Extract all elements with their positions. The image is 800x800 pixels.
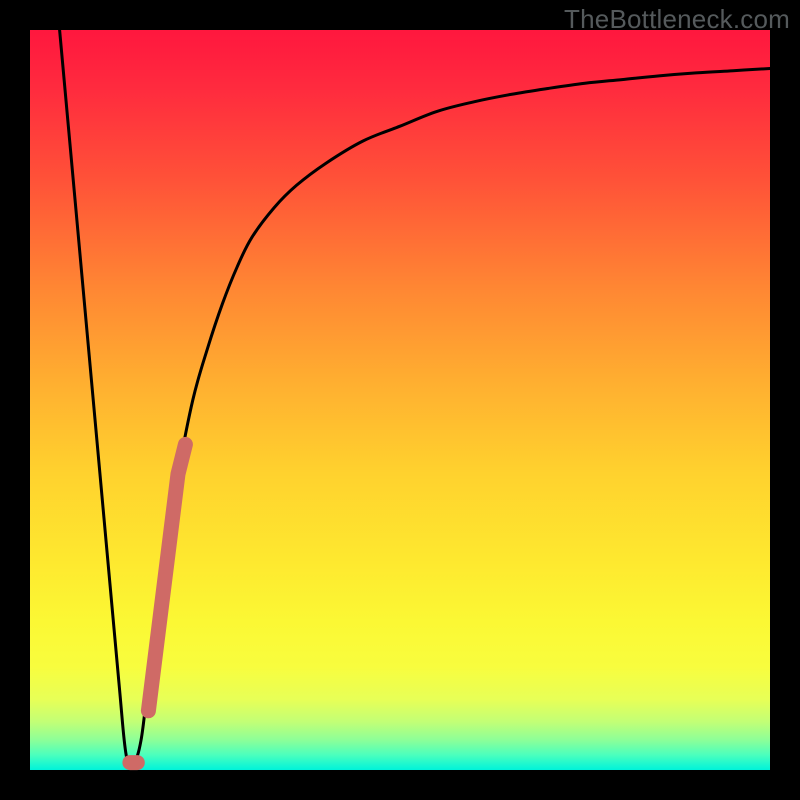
highlight-rise	[148, 444, 185, 710]
outer-frame: TheBottleneck.com	[0, 0, 800, 800]
bottleneck-curve	[60, 30, 770, 765]
plot-area	[30, 30, 770, 770]
chart-svg	[30, 30, 770, 770]
